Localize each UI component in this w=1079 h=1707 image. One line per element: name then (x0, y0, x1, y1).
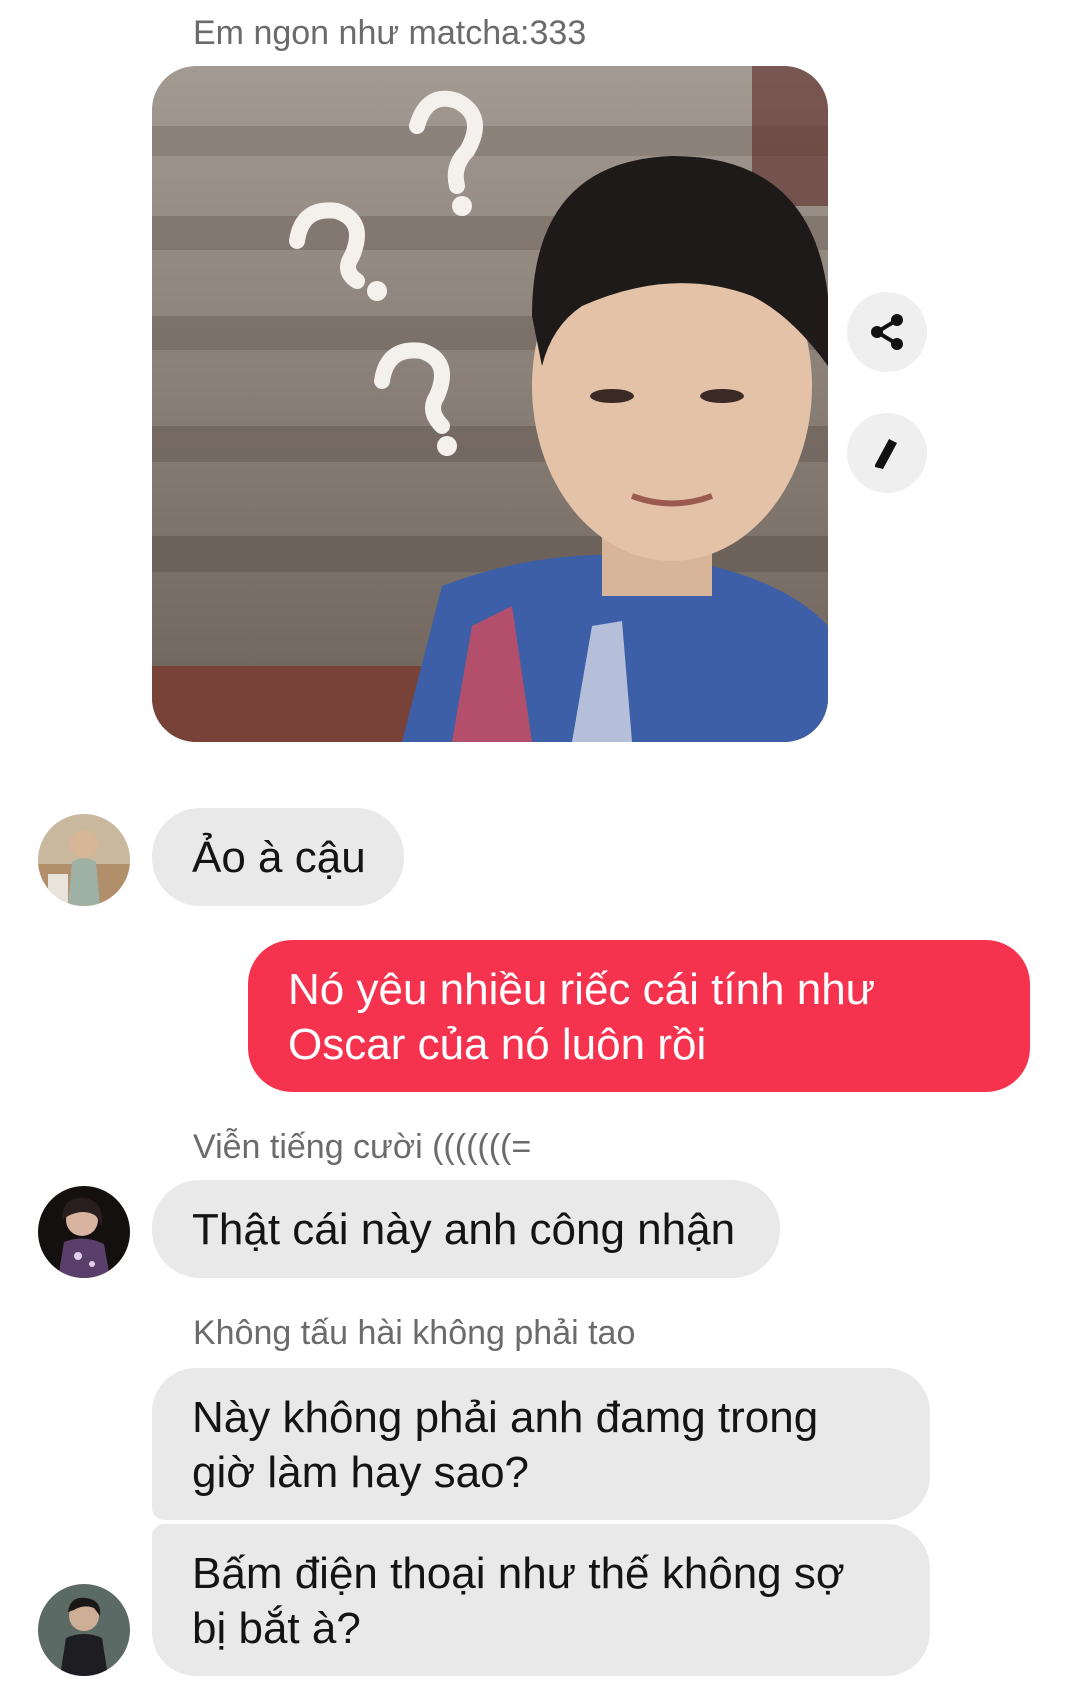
message-bubble: Ảo à cậu (152, 808, 404, 906)
share-button[interactable] (847, 292, 927, 372)
message-text: Ảo à cậu (192, 832, 366, 882)
message-bubble: Này không phải anh đamg trong giờ làm ha… (152, 1368, 930, 1520)
message-text: bị bắt à? (192, 1604, 361, 1653)
message-text: Bấm điện thoại như thế không sợ (192, 1549, 845, 1598)
pencil-icon (875, 439, 897, 469)
message-text: Thật cái này anh công nhận (192, 1204, 736, 1254)
avatar-image (38, 814, 130, 906)
message-bubble: Bấm điện thoại như thế không sợ bị bắt à… (152, 1524, 930, 1676)
message-text: Nó yêu nhiều riếc cái tính như (288, 965, 876, 1014)
my-message-bubble: Nó yêu nhiều riếc cái tính như Oscar của… (248, 940, 1030, 1092)
avatar[interactable] (38, 814, 130, 906)
sender-name: Em ngon như matcha:333 (193, 14, 587, 52)
message-text: Này không phải anh đamg trong (192, 1393, 819, 1442)
sender-name: Viễn tiếng cười (((((((= (193, 1128, 532, 1166)
avatar-image (38, 1186, 130, 1278)
sender-name: Không tấu hài không phải tao (193, 1314, 636, 1352)
meme-photo (152, 66, 828, 742)
image-message[interactable] (152, 66, 828, 742)
message-text: giờ làm hay sao? (192, 1448, 530, 1497)
edit-button[interactable] (847, 413, 927, 493)
avatar-image (38, 1584, 130, 1676)
message-bubble: Thật cái này anh công nhận (152, 1180, 780, 1278)
avatar[interactable] (38, 1186, 130, 1278)
message-text: Oscar của nó luôn rồi (288, 1020, 707, 1069)
share-icon (871, 314, 903, 350)
avatar[interactable] (38, 1584, 130, 1676)
